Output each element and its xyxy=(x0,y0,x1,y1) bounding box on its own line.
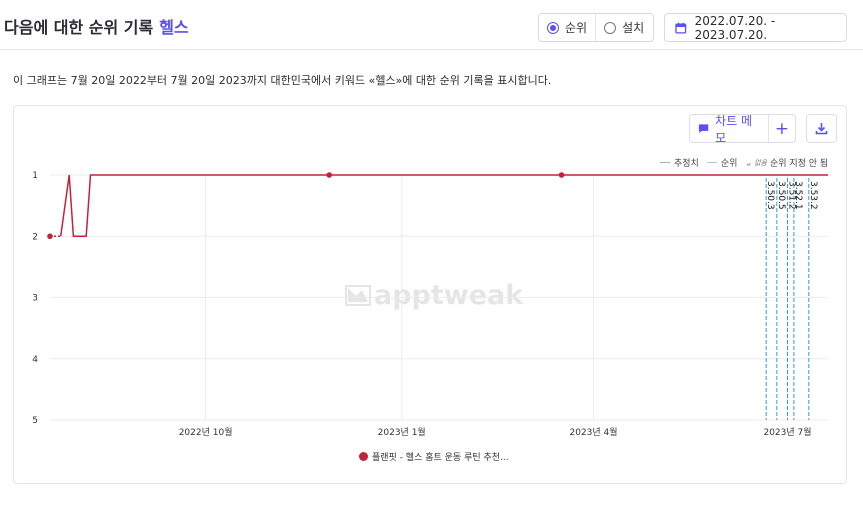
series-color-dot xyxy=(359,452,368,461)
series-point xyxy=(47,233,53,240)
rank-history-chart: apptweak 1 2 3 4 5 2022년 10월 2023년 1월 2023년 4월… xyxy=(32,171,828,438)
y-tick-label: 4 xyxy=(32,355,38,365)
x-tick-label: 2023년 4월 xyxy=(570,426,618,438)
version-marker-label: 3.50.3 xyxy=(765,181,775,210)
watermark-text: apptweak xyxy=(374,280,524,311)
version-marker-label: 3.53.2 xyxy=(808,181,818,210)
apptweak-watermark: apptweak xyxy=(345,280,524,311)
series-point xyxy=(558,172,565,178)
x-tick-label: 2023년 7월 xyxy=(763,426,811,438)
series-legend-label: 플랜핏 - 헬스 홈트 운동 루틴 추천... xyxy=(372,453,509,463)
version-marker-label: 3.52.1 xyxy=(793,181,803,210)
y-tick-label: 3 xyxy=(32,294,38,304)
x-tick-label: 2022년 10월 xyxy=(179,426,233,438)
y-tick-label: 5 xyxy=(32,416,38,426)
version-marker-label: 3.50.5 xyxy=(776,181,786,210)
series-rank-line xyxy=(59,174,828,238)
series-legend[interactable]: 플랜핏 - 헬스 홈트 운동 루틴 추천... xyxy=(359,450,509,463)
x-tick-label: 2023년 1월 xyxy=(378,426,426,438)
series-point xyxy=(326,172,333,178)
y-tick-label: 2 xyxy=(32,232,38,242)
y-tick-label: 1 xyxy=(32,171,38,181)
